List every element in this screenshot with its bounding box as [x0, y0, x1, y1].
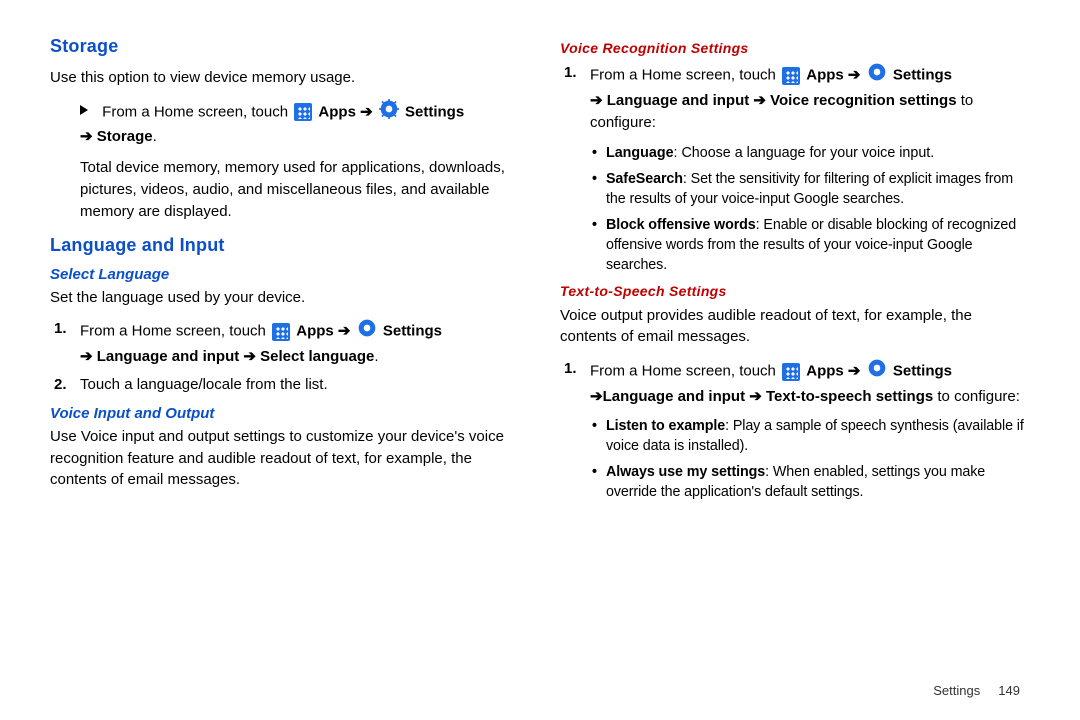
step-2: 2. Touch a language/locale from the list… — [80, 374, 520, 397]
select-language-intro: Set the language used by your device. — [50, 287, 520, 309]
storage-desc: Total device memory, memory used for app… — [80, 157, 520, 222]
footer-section: Settings — [933, 683, 980, 698]
opt-listen-example: Listen to example: Play a sample of spee… — [606, 416, 1030, 456]
heading-language-input: Language and Input — [50, 235, 520, 256]
opt-key: Block offensive words — [606, 217, 756, 233]
tts-steps: 1. From a Home screen, touch Apps ➔ Sett… — [560, 358, 1030, 408]
subheading-tts: Text-to-Speech Settings — [560, 283, 1030, 299]
voice-io-desc: Use Voice input and output settings to c… — [50, 426, 520, 491]
period: . — [153, 128, 157, 145]
page-footer: Settings 149 — [933, 683, 1020, 698]
storage-step-line: From a Home screen, touch Apps ➔ Setting… — [80, 99, 520, 148]
apps-icon — [272, 323, 290, 341]
apps-icon — [782, 67, 800, 85]
vrs-path: ➔ Language and input ➔ Voice recognition… — [590, 92, 957, 109]
step-number: 1. — [54, 318, 67, 341]
opt-val: : Choose a language for your voice input… — [674, 145, 935, 161]
settings-icon — [867, 62, 887, 90]
apps-icon — [782, 363, 800, 381]
arrow-3: ➔ — [848, 67, 861, 84]
select-language-steps: 1. From a Home screen, touch Apps ➔ Sett… — [50, 318, 520, 397]
apps-label: Apps — [296, 323, 334, 340]
subheading-select-language: Select Language — [50, 266, 520, 283]
arrow-2: ➔ — [338, 323, 351, 340]
apps-label: Apps — [806, 67, 844, 84]
subheading-voice-io: Voice Input and Output — [50, 405, 520, 422]
settings-icon — [357, 318, 377, 346]
period: . — [374, 348, 378, 365]
vrs-step1-text: From a Home screen, touch — [590, 67, 776, 84]
opt-always-use: Always use my settings: When enabled, se… — [606, 462, 1030, 502]
opt-key: Language — [606, 145, 674, 161]
opt-language: Language: Choose a language for your voi… — [606, 143, 1030, 163]
settings-label: Settings — [893, 363, 952, 380]
step2-text: Touch a language/locale from the list. — [80, 376, 328, 393]
tts-step1-text: From a Home screen, touch — [590, 363, 776, 380]
vrs-step-1: 1. From a Home screen, touch Apps ➔ Sett… — [590, 62, 1030, 135]
right-column: Voice Recognition Settings 1. From a Hom… — [560, 36, 1030, 510]
settings-icon — [379, 99, 399, 126]
step-number: 2. — [54, 374, 67, 397]
step-number: 1. — [564, 358, 577, 381]
arrow-1: ➔ — [360, 103, 373, 120]
vrs-steps: 1. From a Home screen, touch Apps ➔ Sett… — [560, 62, 1030, 135]
heading-storage: Storage — [50, 36, 520, 57]
settings-label: Settings — [405, 103, 464, 120]
apps-label: Apps — [318, 103, 356, 120]
tts-intro: Voice output provides audible readout of… — [560, 305, 1030, 349]
to-configure: to configure: — [933, 388, 1020, 405]
arrow-4: ➔ — [848, 363, 861, 380]
settings-label: Settings — [893, 67, 952, 84]
step1-path: ➔ Language and input ➔ Select language — [80, 348, 374, 365]
opt-key: Always use my settings — [606, 464, 765, 480]
tts-options: Listen to example: Play a sample of spee… — [560, 416, 1030, 502]
apps-label: Apps — [806, 363, 844, 380]
storage-intro: Use this option to view device memory us… — [50, 67, 520, 89]
opt-key: Listen to example — [606, 418, 725, 434]
vrs-options: Language: Choose a language for your voi… — [560, 143, 1030, 275]
opt-key: SafeSearch — [606, 171, 683, 187]
tts-path: ➔Language and input ➔ Text-to-speech set… — [590, 388, 933, 405]
opt-safesearch: SafeSearch: Set the sensitivity for filt… — [606, 169, 1030, 209]
triangle-bullet-icon — [80, 105, 88, 115]
settings-label: Settings — [383, 323, 442, 340]
from-home-text: From a Home screen, touch — [102, 103, 288, 120]
step-number: 1. — [564, 62, 577, 85]
step-1: 1. From a Home screen, touch Apps ➔ Sett… — [80, 318, 520, 368]
storage-steps: From a Home screen, touch Apps ➔ Setting… — [50, 99, 520, 223]
storage-path: ➔ Storage — [80, 128, 153, 145]
opt-block-offensive: Block offensive words: Enable or disable… — [606, 215, 1030, 275]
settings-icon — [867, 358, 887, 386]
tts-step-1: 1. From a Home screen, touch Apps ➔ Sett… — [590, 358, 1030, 408]
footer-page-number: 149 — [998, 683, 1020, 698]
apps-icon — [294, 103, 312, 121]
subheading-voice-recognition: Voice Recognition Settings — [560, 40, 1030, 56]
left-column: Storage Use this option to view device m… — [50, 36, 520, 510]
step1-text: From a Home screen, touch — [80, 323, 266, 340]
